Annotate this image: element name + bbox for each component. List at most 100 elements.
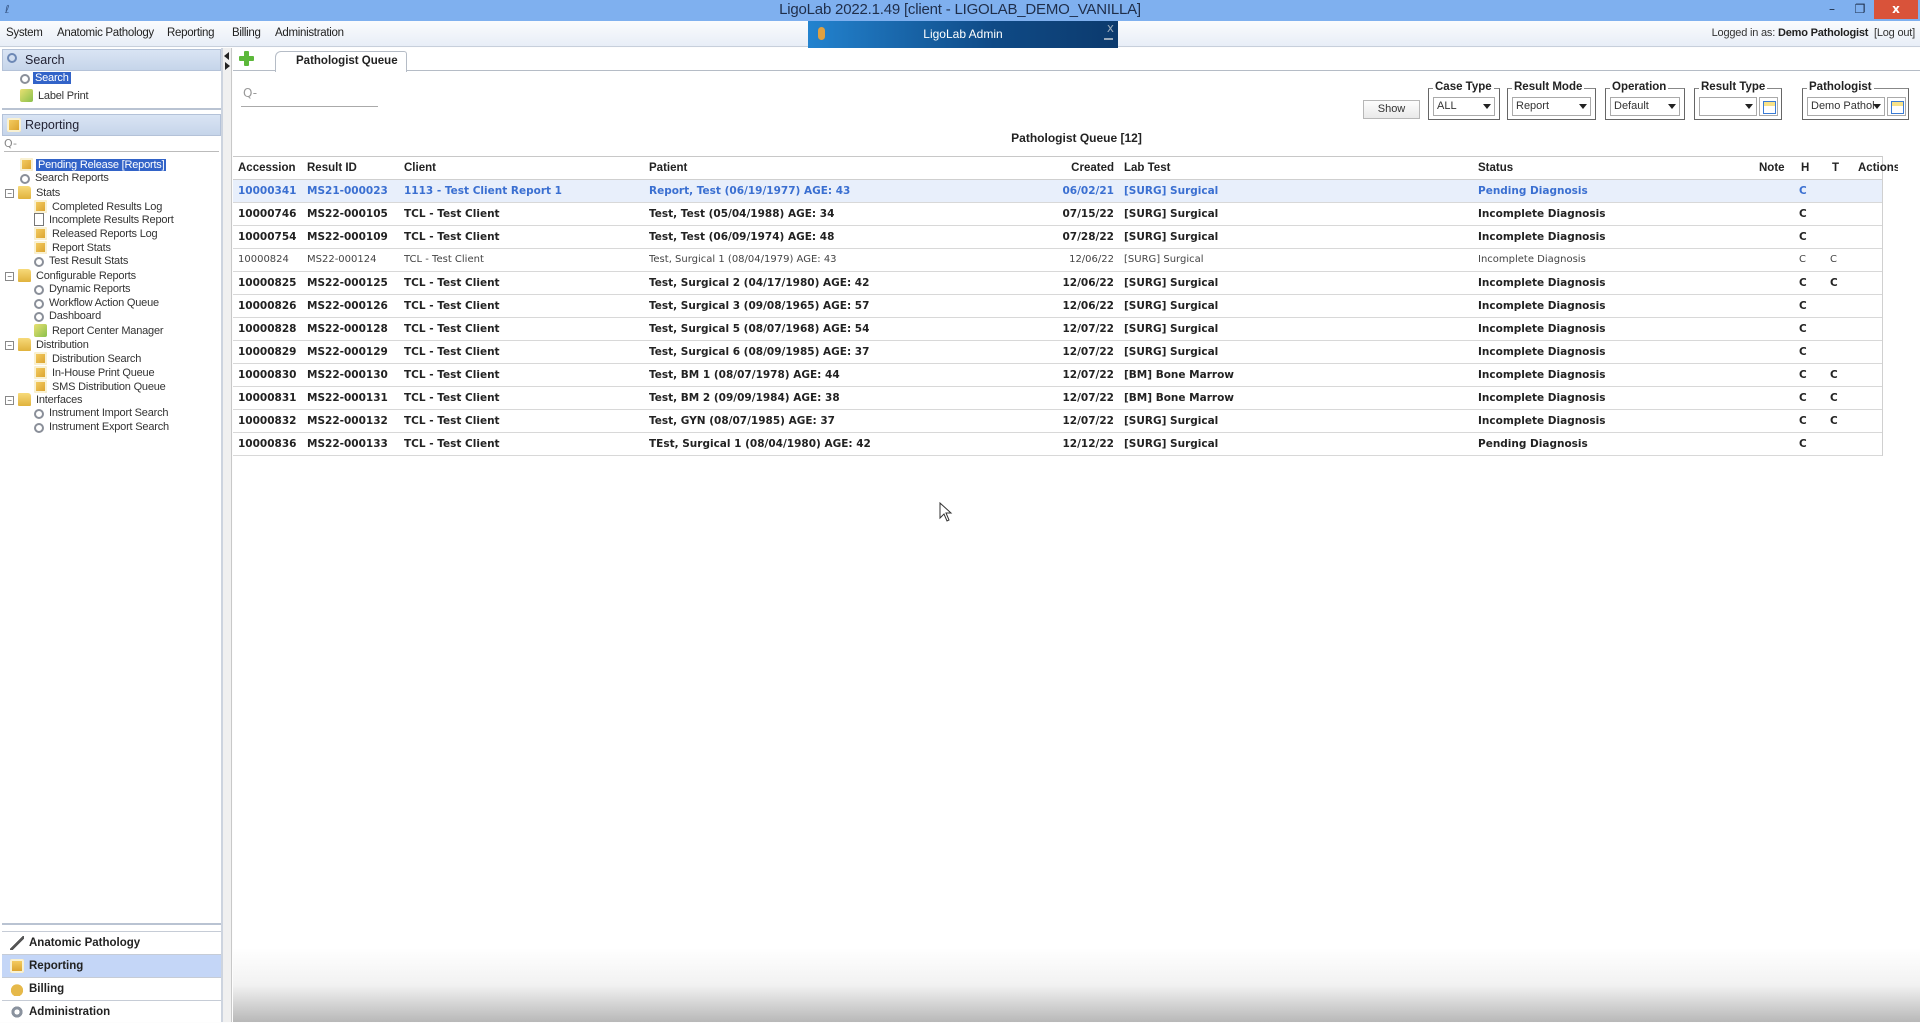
collapse-left-icon[interactable] (224, 52, 229, 60)
result-mode-select[interactable]: Report (1512, 97, 1591, 116)
sidebar-item-instrument-export-search[interactable]: Instrument Export Search (34, 421, 171, 436)
column-actions[interactable]: Actions (1858, 162, 1898, 174)
collapse-icon[interactable]: − (5, 396, 14, 406)
sidebar-item-test-result-stats[interactable]: Test Result Stats (34, 255, 130, 270)
admin-popup[interactable]: LigoLab Admin x (808, 21, 1118, 48)
table-row[interactable]: 10000832 MS22-000132 TCL - Test Client Test… (233, 410, 1882, 433)
sidebar-item-dashboard[interactable]: Dashboard (34, 310, 103, 325)
patient-cell: Test, Surgical 3 (09/08/1965) AGE: 57 (649, 300, 870, 312)
accession-cell: 10000828 (238, 323, 297, 335)
sidebar-item-distribution[interactable]: − Distribution (5, 338, 91, 353)
column-patient[interactable]: Patient (649, 162, 1049, 174)
result-type-label: Result Type (1699, 81, 1768, 94)
sidebar-item-pending-release-reports[interactable]: Pending Release [Reports] (20, 158, 167, 173)
table-row[interactable]: 10000825 MS22-000125 TCL - Test Client Test… (233, 272, 1882, 295)
sidebar-item-dynamic-reports[interactable]: Dynamic Reports (34, 283, 132, 298)
result-type-picker-icon[interactable] (1759, 97, 1778, 116)
status-cell: Incomplete Diagnosis (1478, 369, 1606, 381)
nav-label: Administration (29, 1006, 111, 1018)
table-row[interactable]: 10000754 MS22-000109 TCL - Test Client Test… (233, 226, 1882, 249)
pathologist-select[interactable]: Demo Pathol (1807, 97, 1885, 116)
table-row[interactable]: 10000830 MS22-000130 TCL - Test Client Test… (233, 364, 1882, 387)
nav-reporting[interactable]: Reporting (2, 954, 221, 977)
admin-popup-close-icon[interactable]: x (1107, 21, 1114, 35)
result-type-select[interactable] (1699, 97, 1757, 116)
admin-popup-minimize-icon[interactable] (1104, 38, 1113, 40)
admin-popup-label: LigoLab Admin (923, 27, 1003, 41)
sidebar-item-label: Distribution Search (52, 352, 142, 365)
case-type-select[interactable]: ALL (1433, 97, 1495, 116)
menu-administration[interactable]: Administration (275, 27, 344, 39)
collapse-icon[interactable]: − (5, 188, 14, 198)
sidebar-item-report-stats[interactable]: Report Stats (34, 241, 113, 256)
table-row[interactable]: 10000828 MS22-000128 TCL - Test Client Test… (233, 318, 1882, 341)
table-row[interactable]: 10000836 MS22-000133 TCL - Test Client TEst… (233, 433, 1882, 456)
column-created[interactable]: Created (1059, 162, 1114, 174)
sidebar-item-released-reports-log[interactable]: Released Reports Log (34, 227, 159, 242)
column-accession[interactable]: Accession (238, 162, 308, 174)
pathologist-picker-icon[interactable] (1887, 97, 1906, 116)
add-tab-icon[interactable] (239, 51, 254, 66)
column-lab-test[interactable]: Lab Test (1124, 162, 1264, 174)
minimize-button[interactable]: – (1818, 0, 1846, 19)
table-row[interactable]: 10000831 MS22-000131 TCL - Test Client Test… (233, 387, 1882, 410)
sidebar-item-label-print[interactable]: Label Print (20, 89, 90, 104)
expand-right-icon[interactable] (225, 62, 230, 70)
nav-anatomic-pathology[interactable]: Anatomic Pathology (2, 931, 221, 954)
column-h[interactable]: H (1801, 162, 1816, 174)
sidebar-item-workflow-action-queue[interactable]: Workflow Action Queue (34, 297, 161, 312)
menu-reporting[interactable]: Reporting (167, 27, 214, 39)
column-client[interactable]: Client (404, 162, 624, 174)
nav-administration[interactable]: Administration (2, 1000, 221, 1023)
tab-pathologist-queue[interactable]: Pathologist Queue (275, 51, 407, 72)
sidebar-item-search[interactable]: Search (20, 72, 71, 87)
reporting-panel-header[interactable]: Reporting (2, 114, 221, 136)
status-cell: Incomplete Diagnosis (1478, 392, 1606, 404)
nav-billing[interactable]: Billing (2, 977, 221, 1000)
queue-search-input[interactable]: Q- (241, 86, 378, 107)
column-note[interactable]: Note (1759, 162, 1799, 174)
table-row[interactable]: 10000824 MS22-000124 TCL - Test Client Test… (233, 249, 1882, 272)
lab-test-cell: [SURG] Surgical (1124, 415, 1219, 427)
sidebar-item-configurable-reports[interactable]: − Configurable Reports (5, 268, 138, 284)
folder-icon (18, 268, 31, 282)
menu-billing[interactable]: Billing (232, 27, 261, 39)
sidebar-item-search-reports[interactable]: Search Reports (20, 172, 111, 187)
sidebar-item-distribution-search[interactable]: Distribution Search (34, 351, 143, 367)
menu-anatomic-pathology[interactable]: Anatomic Pathology (57, 27, 154, 39)
maximize-button[interactable]: ❐ (1846, 0, 1874, 19)
show-button[interactable]: Show (1363, 100, 1420, 119)
menu-system[interactable]: System (6, 27, 43, 39)
queue-title: Pathologist Queue [12] (1011, 131, 1142, 145)
sidebar-item-interfaces[interactable]: − Interfaces (5, 393, 84, 408)
result-mode-label: Result Mode (1512, 81, 1585, 94)
sidebar-item-completed-results-log[interactable]: Completed Results Log (34, 199, 164, 215)
table-row[interactable]: 10000341 MS21-000023 1113 - Test Client Re… (233, 180, 1882, 203)
created-cell: 07/15/22 (1062, 208, 1114, 220)
column-t[interactable]: T (1832, 162, 1847, 174)
created-cell: 06/02/21 (1062, 185, 1114, 197)
h-cell: C (1799, 185, 1807, 197)
login-user: Demo Pathologist (1777, 27, 1869, 39)
sidebar-splitter[interactable] (223, 48, 232, 1022)
collapse-icon[interactable]: − (5, 271, 14, 281)
table-row[interactable]: 10000826 MS22-000126 TCL - Test Client Test… (233, 295, 1882, 318)
table-row[interactable]: 10000746 MS22-000105 TCL - Test Client Test… (233, 203, 1882, 226)
collapse-icon[interactable]: − (5, 341, 14, 351)
logout-link[interactable]: [Log out] (1874, 27, 1915, 39)
operation-select[interactable]: Default (1610, 97, 1680, 116)
column-result-id[interactable]: Result ID (307, 162, 397, 174)
lab-test-cell: [SURG] Surgical (1124, 185, 1219, 197)
sidebar-filter-input[interactable]: Q- (4, 137, 219, 152)
sidebar-item-sms-distribution-queue[interactable]: SMS Distribution Queue (34, 379, 168, 395)
close-button[interactable]: x (1874, 0, 1918, 19)
sidebar-item-stats[interactable]: − Stats (5, 185, 62, 201)
table-row[interactable]: 10000829 MS22-000129 TCL - Test Client Test… (233, 341, 1882, 364)
created-cell: 12/06/22 (1062, 277, 1114, 289)
column-status[interactable]: Status (1478, 162, 1678, 174)
sidebar-item-report-center-manager[interactable]: Report Center Manager (34, 324, 165, 339)
search-panel-header[interactable]: Search (2, 49, 221, 71)
sidebar-item-in-house-print-queue[interactable]: In-House Print Queue (34, 365, 156, 381)
sidebar-item-instrument-import-search[interactable]: Instrument Import Search (34, 407, 170, 422)
sidebar-item-incomplete-results-report[interactable]: Incomplete Results Report (34, 213, 176, 228)
